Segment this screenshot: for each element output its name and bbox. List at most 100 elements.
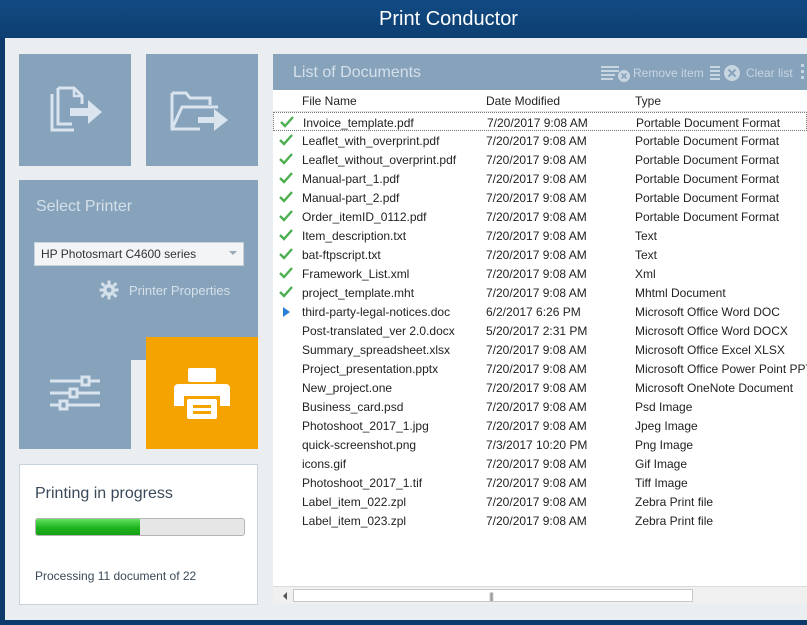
- clear-list-button[interactable]: Clear list: [710, 64, 793, 82]
- table-row[interactable]: Item_description.txt 7/20/2017 9:08 AM Tex…: [273, 226, 807, 245]
- printer-properties-button[interactable]: Printer Properties: [99, 280, 230, 300]
- column-header-file-name[interactable]: File Name: [302, 94, 357, 108]
- table-row[interactable]: third-party-legal-notices.doc 6/2/2017 6:…: [273, 302, 807, 321]
- cell-name: Summary_spreadsheet.xlsx: [302, 343, 451, 357]
- cell-type: Portable Document Format: [635, 134, 780, 148]
- table-body: Invoice_template.pdf 7/20/2017 9:08 AM Por…: [273, 112, 807, 530]
- table-row[interactable]: Invoice_template.pdf 7/20/2017 9:08 AM Por…: [273, 112, 807, 131]
- cell-type: Portable Document Format: [635, 172, 780, 186]
- add-folder-button[interactable]: [146, 54, 258, 166]
- cell-date: 7/20/2017 9:08 AM: [486, 400, 587, 414]
- cell-type: Zebra Print file: [635, 514, 714, 528]
- clear-list-label: Clear list: [746, 66, 793, 80]
- chevron-down-icon: [229, 251, 237, 255]
- table-row[interactable]: Summary_spreadsheet.xlsx 7/20/2017 9:08 A…: [273, 340, 807, 359]
- document-list-title: List of Documents: [293, 64, 422, 81]
- more-options-handle[interactable]: [801, 64, 807, 82]
- cell-type: Tiff Image: [635, 476, 688, 490]
- table-row[interactable]: Framework_List.xml 7/20/2017 9:08 AM Xml: [273, 264, 807, 283]
- table-row[interactable]: New_project.one 7/20/2017 9:08 AM Microsof…: [273, 378, 807, 397]
- sliders-icon: [50, 375, 100, 411]
- progress-bar-fill: [36, 519, 140, 535]
- cell-type: Zebra Print file: [635, 495, 714, 509]
- table-row[interactable]: Label_item_022.zpl 7/20/2017 9:08 AM Zebra…: [273, 492, 807, 511]
- cell-type: Psd Image: [635, 400, 693, 414]
- progress-bar: [35, 518, 245, 536]
- checkmark-icon: [279, 134, 293, 146]
- table-row[interactable]: Photoshoot_2017_1.tif 7/20/2017 9:08 AM Ti…: [273, 473, 807, 492]
- cell-name: Project_presentation.pptx: [302, 362, 439, 376]
- horizontal-scrollbar[interactable]: |||: [273, 586, 807, 604]
- remove-item-button[interactable]: Remove item: [601, 64, 704, 82]
- cell-type: Mhtml Document: [635, 286, 726, 300]
- cell-name: Manual-part_2.pdf: [302, 191, 400, 205]
- checkmark-icon: [279, 191, 293, 203]
- settings-button[interactable]: [19, 337, 131, 449]
- table-row[interactable]: icons.gif 7/20/2017 9:08 AM Gif Image: [273, 454, 807, 473]
- document-list-panel: List of Documents Remove item Clear list…: [273, 54, 807, 604]
- cell-type: Microsoft Office Word DOCX: [635, 324, 788, 338]
- current-item-arrow-icon: [283, 307, 290, 317]
- cell-date: 7/20/2017 9:08 AM: [486, 419, 587, 433]
- table-row[interactable]: Leaflet_with_overprint.pdf 7/20/2017 9:08…: [273, 131, 807, 150]
- table-row[interactable]: Project_presentation.pptx 7/20/2017 9:08 …: [273, 359, 807, 378]
- title-bar: Print Conductor: [0, 0, 807, 38]
- table-row[interactable]: Label_item_023.zpl 7/20/2017 9:08 AM Zebra…: [273, 511, 807, 530]
- cell-date: 7/20/2017 9:08 AM: [486, 362, 587, 376]
- scrollbar-grip-icon: |||: [489, 591, 494, 601]
- cell-name: project_template.mht: [302, 286, 415, 300]
- cell-name: Manual-part_1.pdf: [302, 172, 400, 186]
- printer-selection-panel: Select Printer HP Photosmart C4600 serie…: [19, 180, 258, 360]
- cell-date: 7/20/2017 9:08 AM: [486, 343, 587, 357]
- cell-name: third-party-legal-notices.doc: [302, 305, 451, 319]
- add-files-button[interactable]: [19, 54, 131, 166]
- table-row[interactable]: Leaflet_without_overprint.pdf 7/20/2017 9…: [273, 150, 807, 169]
- window-title: Print Conductor: [379, 7, 518, 30]
- column-header-date-modified[interactable]: Date Modified: [486, 94, 560, 108]
- table-header: File Name Date Modified Type: [273, 90, 807, 112]
- checkmark-icon: [279, 248, 293, 260]
- scrollbar-thumb[interactable]: |||: [293, 589, 693, 602]
- scroll-left-arrow-icon[interactable]: [283, 592, 287, 600]
- cell-type: Xml: [635, 267, 656, 281]
- cell-name: bat-ftpscript.txt: [302, 248, 381, 262]
- table-row[interactable]: Post-translated_ver 2.0.docx 5/20/2017 2:…: [273, 321, 807, 340]
- print-button[interactable]: [146, 337, 258, 449]
- progress-title: Printing in progress: [35, 485, 173, 502]
- cell-name: Business_card.psd: [302, 400, 404, 414]
- table-row[interactable]: Photoshoot_2017_1.jpg 7/20/2017 9:08 AM Jp…: [273, 416, 807, 435]
- cell-type: Microsoft Office Power Point PPT: [635, 362, 807, 376]
- cell-name: Item_description.txt: [302, 229, 407, 243]
- table-row[interactable]: Manual-part_2.pdf 7/20/2017 9:08 AM Portab…: [273, 188, 807, 207]
- cell-date: 7/20/2017 9:08 AM: [486, 495, 587, 509]
- cell-date: 7/20/2017 9:08 AM: [486, 134, 587, 148]
- checkmark-icon: [280, 116, 294, 128]
- table-row[interactable]: project_template.mht 7/20/2017 9:08 AM Mht…: [273, 283, 807, 302]
- progress-status: Processing 11 document of 22: [35, 569, 197, 583]
- cell-date: 7/20/2017 9:08 AM: [486, 267, 587, 281]
- cell-name: Label_item_022.zpl: [302, 495, 407, 509]
- remove-item-label: Remove item: [633, 66, 704, 80]
- cell-type: Text: [635, 229, 658, 243]
- table-row[interactable]: bat-ftpscript.txt 7/20/2017 9:08 AM Text: [273, 245, 807, 264]
- table-row[interactable]: quick-screenshot.png 7/3/2017 10:20 PM Png…: [273, 435, 807, 454]
- cell-date: 7/20/2017 9:08 AM: [486, 514, 587, 528]
- cell-date: 7/3/2017 10:20 PM: [486, 438, 588, 452]
- clear-list-icon: [710, 65, 740, 81]
- table-row[interactable]: Manual-part_1.pdf 7/20/2017 9:08 AM Portab…: [273, 169, 807, 188]
- cell-date: 7/20/2017 9:08 AM: [486, 229, 587, 243]
- cell-name: Leaflet_without_overprint.pdf: [302, 153, 457, 167]
- main-area: Select Printer HP Photosmart C4600 serie…: [5, 38, 807, 620]
- checkmark-icon: [279, 286, 293, 298]
- cell-name: Leaflet_with_overprint.pdf: [302, 134, 440, 148]
- column-header-type[interactable]: Type: [635, 94, 661, 108]
- document-table: File Name Date Modified Type Invoice_tem…: [273, 90, 807, 530]
- cell-date: 7/20/2017 9:08 AM: [486, 457, 587, 471]
- printer-dropdown[interactable]: HP Photosmart C4600 series: [34, 242, 244, 266]
- table-row[interactable]: Order_itemID_0112.pdf 7/20/2017 9:08 AM Po…: [273, 207, 807, 226]
- cell-name: quick-screenshot.png: [302, 438, 417, 452]
- table-row[interactable]: Business_card.psd 7/20/2017 9:08 AM Psd Im…: [273, 397, 807, 416]
- cell-name: Invoice_template.pdf: [303, 116, 414, 130]
- cell-name: Framework_List.xml: [302, 267, 410, 281]
- cell-type: Text: [635, 248, 658, 262]
